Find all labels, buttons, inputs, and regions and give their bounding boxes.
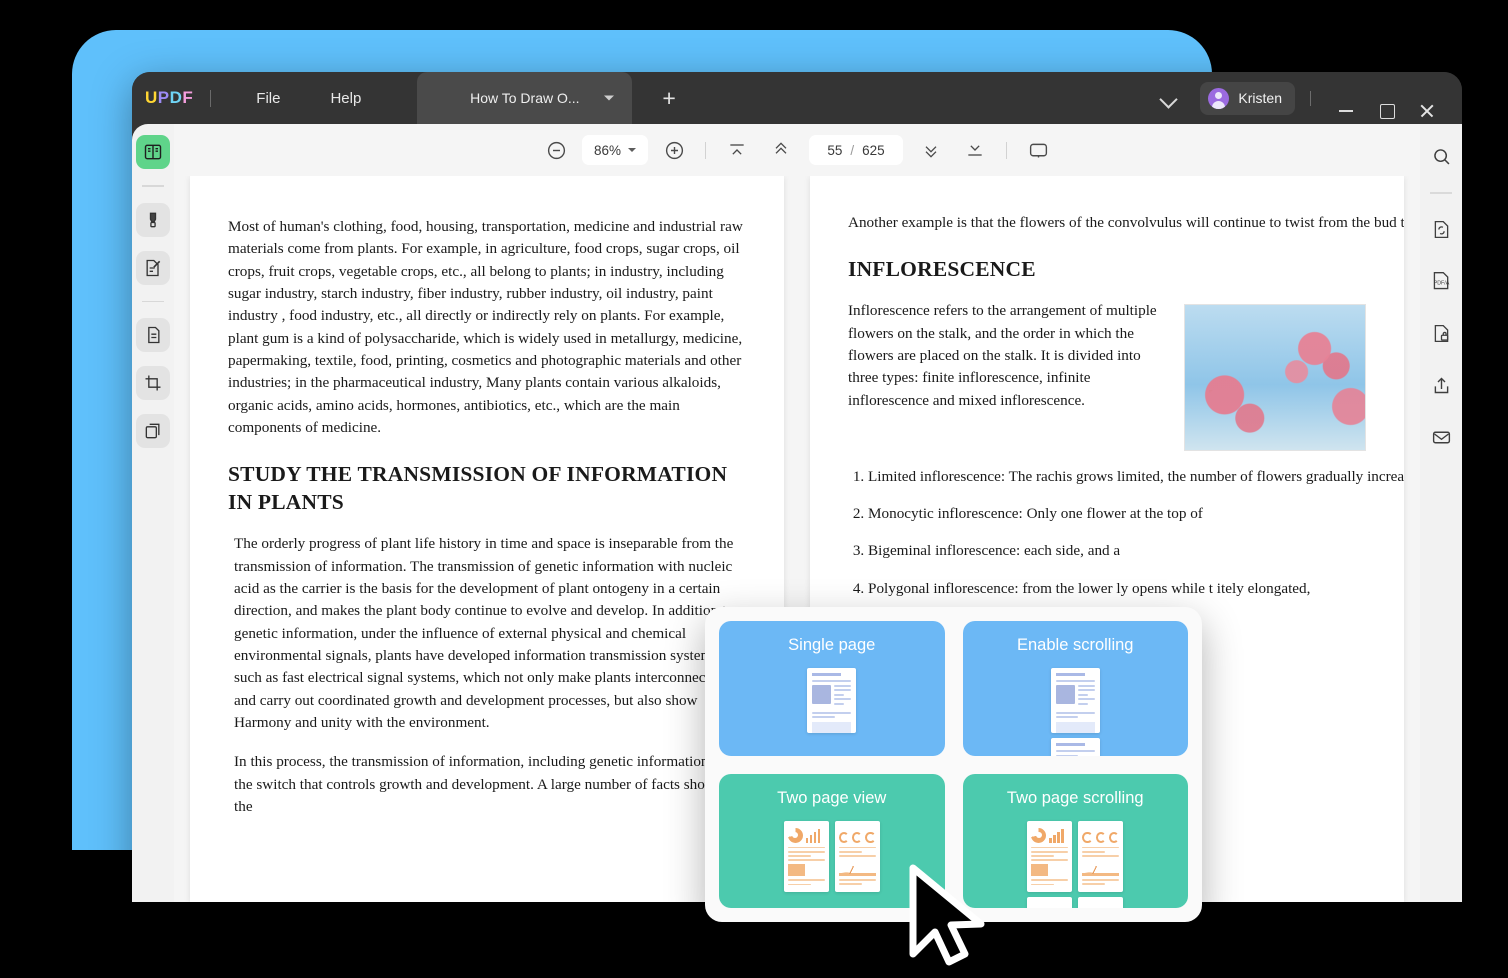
left-heading: STUDY THE TRANSMISSION OF INFORMATION IN…: [228, 462, 728, 515]
convert-ocr-icon: [1434, 220, 1448, 239]
sidebar-item-annotate[interactable]: [136, 250, 170, 285]
organize-pages-icon: [148, 326, 160, 344]
zoom-level-selector[interactable]: 86%: [582, 135, 648, 165]
zoom-out-icon: [547, 141, 565, 159]
svg-text:PDF/A: PDF/A: [1433, 281, 1449, 287]
right-sidebar-divider: [1430, 192, 1452, 194]
mouse-cursor: [909, 864, 985, 966]
presentation-screen-icon: [1029, 143, 1047, 157]
zoom-level-value: 86%: [593, 142, 622, 158]
reader-mode-icon: [144, 144, 162, 160]
window-controls-group: Kristen: [1156, 81, 1462, 119]
logo-divider: [210, 89, 212, 107]
zoom-in-button[interactable]: [657, 133, 691, 167]
right-heading: INFLORESCENCE: [848, 257, 1036, 282]
user-account-button[interactable]: Kristen: [1200, 81, 1295, 115]
first-page-button[interactable]: [720, 133, 754, 167]
window-controls-divider: [1310, 90, 1311, 106]
list-item: Bigeminal inflorescence: each side, and …: [868, 539, 1366, 562]
new-tab-button[interactable]: +: [654, 86, 683, 110]
current-page-value: 55: [827, 142, 843, 158]
screenshot-stage: UPDF File Help How To Draw O... + Kriste…: [0, 0, 1508, 978]
sidebar-item-batch[interactable]: [136, 414, 170, 448]
sidebar-item-protect[interactable]: [1423, 316, 1459, 352]
menu-help[interactable]: Help: [316, 84, 375, 113]
sidebar-divider: [142, 185, 164, 187]
annotate-edit-icon: [146, 259, 161, 276]
view-option-label: Single page: [788, 636, 876, 654]
toolbar-divider-2: [1006, 141, 1007, 159]
view-option-label: Two page scrolling: [1006, 788, 1144, 807]
left-sidebar: [132, 124, 174, 902]
page-number-input[interactable]: 55 / 625: [809, 135, 903, 165]
total-pages-value: 625: [862, 142, 885, 158]
right-sidebar: PDF/A: [1420, 124, 1462, 902]
zoom-in-icon: [665, 141, 683, 159]
chevron-up-double-icon: [775, 142, 787, 154]
protect-lock-icon: [1434, 324, 1448, 343]
two-page-thumb: [783, 820, 880, 892]
page-view-mode-button[interactable]: [1021, 133, 1055, 167]
share-icon: [1434, 377, 1448, 394]
chevron-down-icon[interactable]: [604, 95, 615, 101]
chevron-down-icon[interactable]: [1156, 85, 1182, 111]
first-page-icon: [730, 144, 744, 155]
chevron-down-icon: [628, 148, 637, 152]
logo-letter-d: D: [169, 88, 183, 107]
left-paragraph-1: Most of human's clothing, food, housing,…: [228, 218, 743, 437]
sidebar-item-share[interactable]: [1423, 368, 1459, 404]
viewer-toolbar: 86% 55 / 625: [174, 124, 1420, 176]
right-paragraph-1: Another example is that the flowers of t…: [848, 214, 1404, 231]
batch-process-icon: [145, 423, 160, 439]
single-page-thumb: [807, 668, 857, 734]
title-bar: UPDF File Help How To Draw O... + Kriste…: [132, 72, 1462, 124]
sidebar-item-search[interactable]: [1423, 138, 1459, 174]
page-separator: /: [850, 142, 855, 158]
view-option-label: Two page view: [777, 788, 887, 807]
highlighter-icon: [149, 212, 157, 227]
flower-photo: [1184, 304, 1366, 452]
left-paragraph-3: In this process, the transmission of inf…: [234, 753, 743, 816]
sidebar-item-highlighter[interactable]: [136, 202, 170, 237]
scrolling-thumb: [1050, 668, 1100, 756]
sidebar-divider-2: [142, 300, 164, 302]
next-page-button[interactable]: [914, 133, 948, 167]
inflorescence-block: Inflorescence refers to the arrangement …: [848, 300, 1366, 461]
logo-letter-f: F: [182, 88, 194, 107]
menu-file[interactable]: File: [242, 84, 294, 113]
last-page-icon: [968, 145, 982, 156]
left-paragraph-2: The orderly progress of plant life histo…: [234, 535, 734, 732]
document-tab[interactable]: How To Draw O...: [417, 72, 633, 124]
previous-page-button[interactable]: [764, 133, 798, 167]
toolbar-divider-1: [705, 141, 706, 159]
sidebar-item-reader[interactable]: [136, 135, 170, 169]
user-name-label: Kristen: [1238, 90, 1282, 106]
crop-page-icon: [145, 375, 161, 391]
list-item: Polygonal inflorescence: from the lower …: [868, 577, 1366, 600]
view-option-single-page[interactable]: Single page: [719, 621, 945, 756]
document-page-left: Most of human's clothing, food, housing,…: [190, 176, 784, 902]
chevron-down-double-icon: [925, 146, 937, 158]
email-icon: [1432, 431, 1450, 444]
sidebar-item-organize[interactable]: [136, 318, 170, 352]
two-page-scroll-thumb: [1027, 820, 1124, 908]
last-page-button[interactable]: [958, 133, 992, 167]
sidebar-item-convert[interactable]: [1423, 212, 1459, 248]
sidebar-item-crop[interactable]: [136, 366, 170, 400]
sidebar-item-pdfa[interactable]: PDF/A: [1423, 264, 1459, 300]
view-option-two-page-scrolling[interactable]: Two page scrolling: [962, 773, 1188, 908]
search-icon: [1433, 148, 1449, 164]
zoom-out-button[interactable]: [539, 133, 573, 167]
updf-logo: UPDF: [145, 88, 193, 108]
view-option-label: Enable scrolling: [1017, 636, 1134, 654]
view-option-enable-scrolling[interactable]: Enable scrolling: [962, 621, 1188, 756]
sidebar-item-email[interactable]: [1423, 420, 1459, 456]
list-item: Limited inflorescence: The rachis grows …: [868, 465, 1404, 488]
logo-letter-u: U: [145, 88, 158, 107]
list-item: Monocytic inflorescence: Only one flower…: [868, 502, 1366, 525]
document-tab-label: How To Draw O...: [470, 90, 580, 106]
avatar: [1208, 87, 1230, 109]
pdf-a-icon: PDF/A: [1433, 271, 1449, 290]
logo-letter-p: P: [157, 88, 170, 107]
